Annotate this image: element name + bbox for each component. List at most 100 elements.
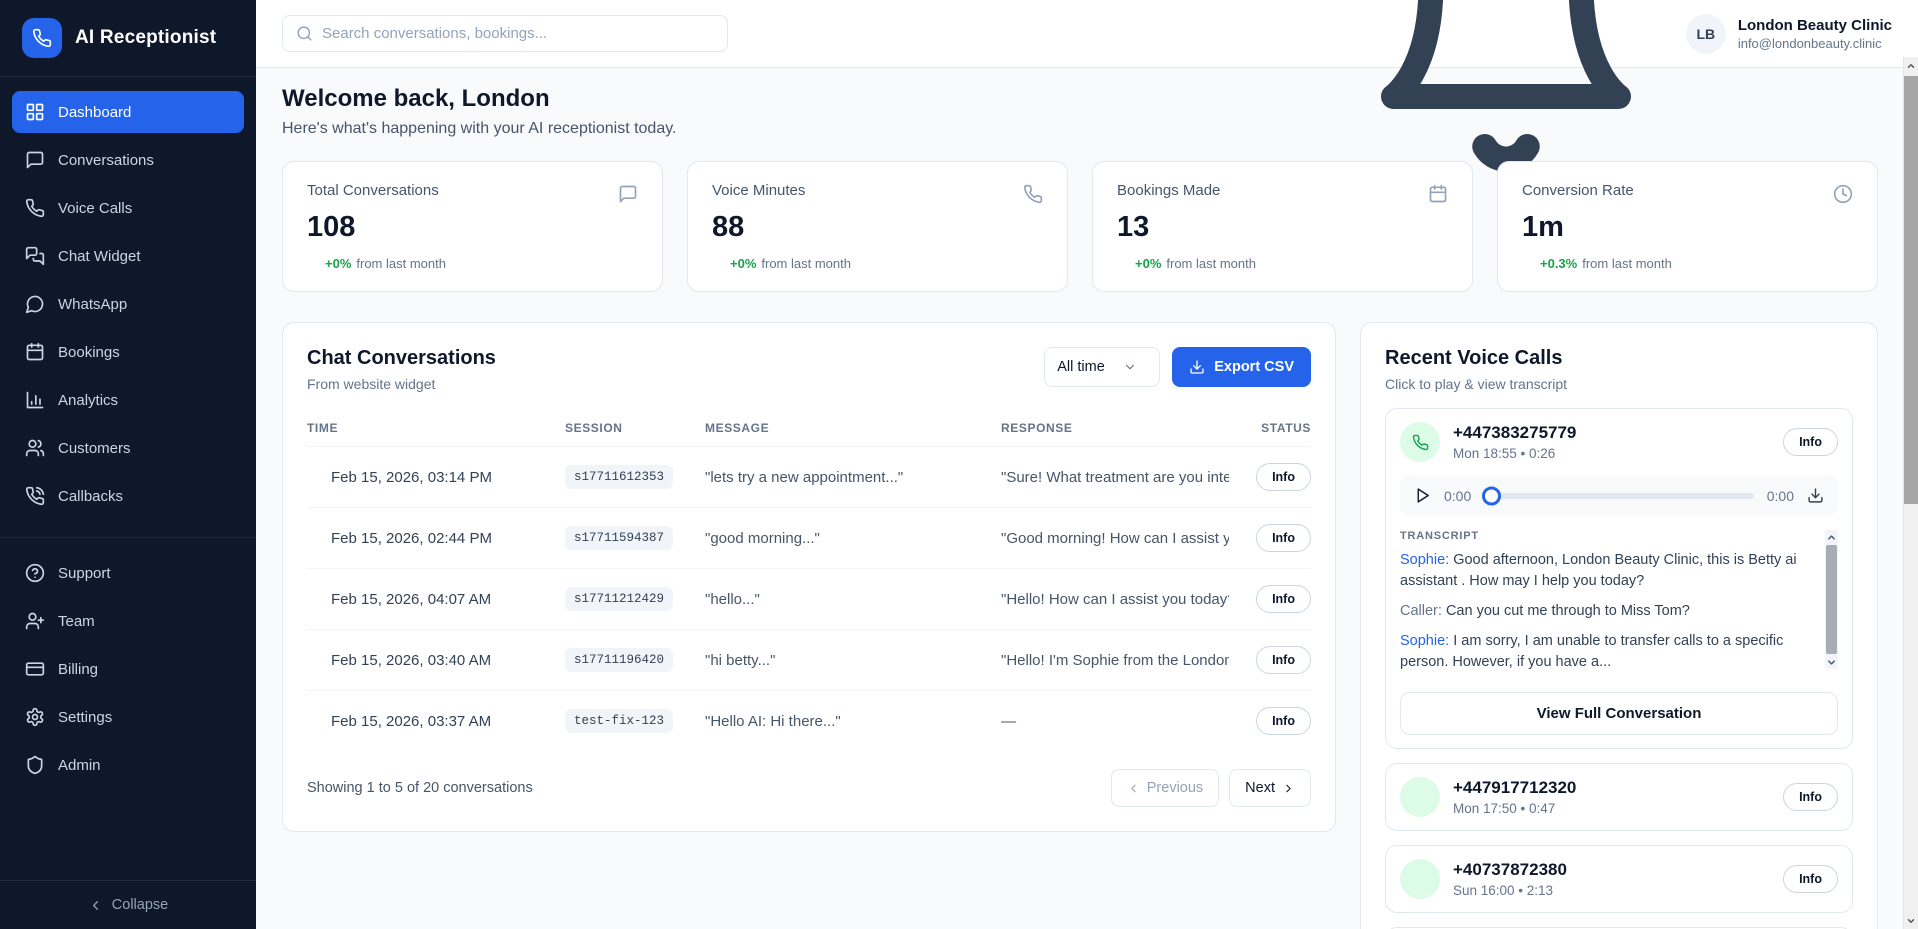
row-response: "Hello! I'm Sophie from the London Be... [1001, 652, 1229, 669]
row-session-badge: test-fix-123 [565, 709, 673, 733]
search-input[interactable] [322, 25, 714, 42]
transcript-text: I am sorry, I am unable to transfer call… [1400, 633, 1783, 670]
row-response: "Sure! What treatment are you interest..… [1001, 469, 1229, 486]
sidebar-item-bookings[interactable]: Bookings [12, 331, 244, 373]
sidebar-item-label: Billing [58, 661, 98, 678]
transcript-scrollbar[interactable] [1825, 530, 1838, 669]
page-subtitle: Here's what's happening with your AI rec… [282, 120, 1878, 138]
phone-icon [1412, 434, 1429, 451]
stat-label: Total Conversations [307, 182, 638, 199]
call-info-button[interactable]: Info [1783, 428, 1838, 456]
content: Welcome back, London Here's what's happe… [256, 68, 1918, 929]
scroll-down-icon[interactable] [1825, 655, 1838, 669]
sidebar-item-label: Bookings [58, 344, 120, 361]
call-meta: Mon 17:50 • 0:47 [1453, 801, 1576, 816]
trending-up-icon [1117, 257, 1131, 271]
row-info-button[interactable]: Info [1256, 524, 1311, 552]
chevron-down-icon[interactable] [307, 592, 321, 606]
sidebar-item-admin[interactable]: Admin [12, 744, 244, 786]
chevron-down-icon[interactable] [307, 470, 321, 484]
sidebar-collapse-button[interactable]: Collapse [0, 880, 256, 929]
row-message: "hi betty..." [705, 652, 993, 669]
chevron-down-icon [1123, 360, 1137, 374]
time-filter-select[interactable]: All time [1044, 347, 1160, 387]
sidebar-item-analytics[interactable]: Analytics [12, 379, 244, 421]
sidebar-item-team[interactable]: Team [12, 600, 244, 642]
stat-value: 13 [1117, 211, 1448, 244]
table-row[interactable]: Feb 15, 2026, 03:37 AM test-fix-123 "Hel… [307, 690, 1311, 751]
row-info-button[interactable]: Info [1256, 707, 1311, 735]
chevron-down-icon[interactable] [307, 531, 321, 545]
sidebar-item-support[interactable]: Support [12, 552, 244, 594]
call-info-button[interactable]: Info [1783, 865, 1838, 893]
row-info-button[interactable]: Info [1256, 585, 1311, 613]
voice-call-card[interactable]: +40737872380 Sun 16:00 • 2:13 Info [1385, 845, 1853, 913]
column-header-status: STATUS [1237, 421, 1311, 435]
chevron-down-icon[interactable] [307, 714, 321, 728]
voice-call-card[interactable]: +447917712320 Mon 17:50 • 0:47 Info [1385, 763, 1853, 831]
chevron-left-icon [88, 898, 103, 913]
call-info-button[interactable]: Info [1783, 783, 1838, 811]
chat-conversations-panel: Chat Conversations From website widget A… [282, 322, 1336, 832]
stat-trend: +0% from last month [712, 256, 1043, 271]
transcript-scroll-thumb[interactable] [1826, 545, 1837, 654]
search-icon [296, 25, 313, 42]
voice-call-card-expanded[interactable]: +447383275779 Mon 18:55 • 0:26 Info 0:00… [1385, 408, 1853, 749]
slider-knob[interactable] [1482, 486, 1501, 505]
sidebar-item-conversations[interactable]: Conversations [12, 139, 244, 181]
phone-icon [25, 198, 45, 218]
phone-icon [32, 28, 52, 48]
sidebar-item-voice-calls[interactable]: Voice Calls [12, 187, 244, 229]
scroll-up-icon[interactable] [1904, 57, 1918, 74]
page-scrollbar[interactable] [1903, 57, 1918, 929]
sidebar-item-dashboard[interactable]: Dashboard [12, 91, 244, 133]
chevron-down-icon[interactable] [307, 653, 321, 667]
transcript-speaker: Sophie: [1400, 633, 1449, 649]
next-page-button[interactable]: Next [1229, 769, 1311, 807]
sidebar-item-callbacks[interactable]: Callbacks [12, 475, 244, 517]
phone-icon [1412, 789, 1429, 806]
row-message: "lets try a new appointment..." [705, 469, 993, 486]
phone-icon [1412, 871, 1429, 888]
row-session-badge: s17711196420 [565, 648, 673, 672]
message-square-icon [618, 184, 638, 204]
view-full-conversation-button[interactable]: View Full Conversation [1400, 692, 1838, 735]
scroll-up-icon[interactable] [1825, 530, 1838, 544]
trending-up-icon [307, 257, 321, 271]
transcript-text: Can you cut me through to Miss Tom? [1446, 603, 1690, 619]
row-info-button[interactable]: Info [1256, 463, 1311, 491]
table-row[interactable]: Feb 15, 2026, 03:14 PM s17711612353 "let… [307, 446, 1311, 507]
stat-trend: +0% from last month [1117, 256, 1448, 271]
sidebar-item-customers[interactable]: Customers [12, 427, 244, 469]
sidebar-item-label: Dashboard [58, 104, 131, 121]
table-row[interactable]: Feb 15, 2026, 04:07 AM s17711212429 "hel… [307, 568, 1311, 629]
sidebar-item-chat-widget[interactable]: Chat Widget [12, 235, 244, 277]
page-scroll-thumb[interactable] [1904, 76, 1918, 504]
download-audio-icon[interactable] [1807, 487, 1824, 504]
player-total-time: 0:00 [1767, 488, 1794, 504]
sidebar-item-billing[interactable]: Billing [12, 648, 244, 690]
audio-seek-slider[interactable] [1484, 493, 1754, 499]
row-response: "Hello! How can I assist you today?..." [1001, 591, 1229, 608]
scroll-down-icon[interactable] [1904, 912, 1918, 929]
play-icon[interactable] [1414, 487, 1431, 504]
sidebar-item-settings[interactable]: Settings [12, 696, 244, 738]
credit-card-icon [25, 659, 45, 679]
voice-panel-title: Recent Voice Calls [1385, 347, 1853, 370]
table-row[interactable]: Feb 15, 2026, 03:40 AM s17711196420 "hi … [307, 629, 1311, 690]
row-session-badge: s17711612353 [565, 465, 673, 489]
previous-page-button[interactable]: Previous [1111, 769, 1219, 807]
stats-row: Total Conversations 108 +0% from last mo… [282, 161, 1878, 292]
column-header-session: SESSION [565, 421, 697, 435]
sidebar-item-label: Customers [58, 440, 131, 457]
table-row[interactable]: Feb 15, 2026, 02:44 PM s17711594387 "goo… [307, 507, 1311, 568]
search-box[interactable] [282, 15, 728, 52]
sidebar-item-whatsapp[interactable]: WhatsApp [12, 283, 244, 325]
topbar: LB London Beauty Clinic info@londonbeaut… [256, 0, 1918, 68]
avatar[interactable]: LB [1686, 14, 1726, 54]
chat-panel-subtitle: From website widget [307, 376, 496, 392]
row-info-button[interactable]: Info [1256, 646, 1311, 674]
call-avatar [1400, 859, 1440, 899]
export-csv-button[interactable]: Export CSV [1172, 347, 1311, 387]
transcript-label: TRANSCRIPT [1400, 530, 1816, 542]
